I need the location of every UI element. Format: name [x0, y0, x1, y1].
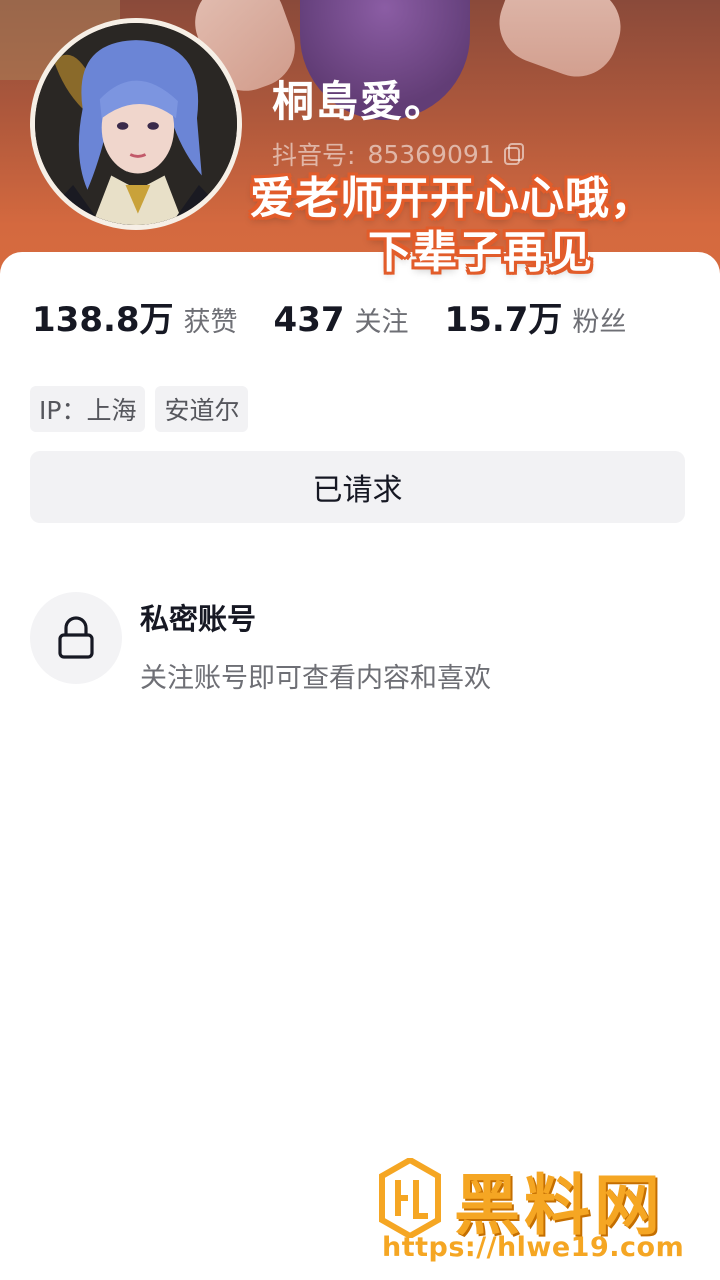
stat-followers-value: 15.7万 — [444, 300, 563, 340]
stat-followers-label: 粉丝 — [572, 307, 627, 338]
private-account-notice: 私密账号 关注账号即可查看内容和喜欢 — [30, 592, 491, 695]
lock-icon — [58, 616, 94, 659]
stat-followers[interactable]: 15.7万 粉丝 — [445, 292, 627, 341]
username: 桐島愛。 — [272, 77, 449, 126]
requested-button[interactable]: 已请求 — [30, 451, 685, 523]
stat-following[interactable]: 437 关注 — [274, 300, 409, 340]
tag-ip-location: IP：上海 — [30, 386, 146, 432]
avatar[interactable] — [30, 18, 242, 230]
watermark: 黑料网 https://hlwe19.com — [372, 1150, 712, 1270]
private-account-description: 关注账号即可查看内容和喜欢 — [140, 663, 491, 694]
private-account-text: 私密账号 关注账号即可查看内容和喜欢 — [140, 592, 491, 695]
avatar-image — [35, 23, 237, 225]
profile-stats: 138.8万 获赞 437 关注 15.7万 粉丝 — [32, 292, 662, 341]
background-hand-right — [488, 0, 632, 88]
caption-line-2: 下辈子再见 — [368, 227, 593, 278]
stat-following-label: 关注 — [354, 307, 409, 338]
watermark-logo-icon — [379, 1158, 441, 1238]
stat-following-value: 437 — [273, 300, 345, 340]
stat-likes: 138.8万 获赞 — [32, 292, 238, 341]
stat-likes-value: 138.8万 — [32, 300, 174, 340]
tag-region: 安道尔 — [155, 386, 249, 432]
lock-icon-container — [30, 592, 122, 684]
profile-tags: IP：上海 安道尔 — [30, 386, 258, 432]
stat-likes-label: 获赞 — [183, 307, 238, 338]
watermark-url: https://hlwe19.com — [382, 1232, 685, 1263]
private-account-title: 私密账号 — [140, 602, 257, 636]
